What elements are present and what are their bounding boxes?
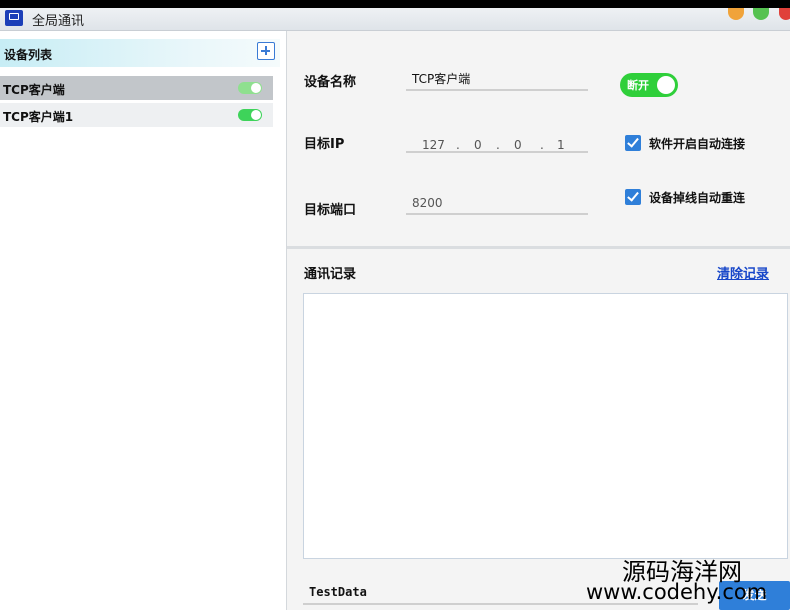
ip-separator: . xyxy=(540,138,544,152)
minimize-button[interactable] xyxy=(728,8,744,20)
device-list-item[interactable]: TCP客户端 xyxy=(0,76,273,100)
toggle-knob xyxy=(657,76,675,94)
device-list-title: 设备列表 xyxy=(4,48,53,62)
device-enable-toggle[interactable] xyxy=(238,82,262,94)
device-item-label: TCP客户端1 xyxy=(3,110,74,124)
device-config-panel: 设备名称 TCP客户端 断开 目标IP 127 . 0 . 0 . 1 软件开启… xyxy=(287,31,790,610)
app-monitor-icon xyxy=(5,10,23,26)
device-enable-toggle[interactable] xyxy=(238,109,262,121)
toggle-knob xyxy=(251,110,261,120)
window-title: 全局通讯 xyxy=(32,14,85,29)
connection-toggle-label: 断开 xyxy=(627,79,649,92)
watermark-url: www.codehy.com xyxy=(586,580,768,604)
target-ip-label: 目标IP xyxy=(304,137,345,152)
ip-octet-4[interactable]: 1 xyxy=(557,135,565,155)
device-list-panel: 设备列表 TCP客户端 TCP客户端1 xyxy=(0,31,287,610)
auto-reconnect-label: 设备掉线自动重连 xyxy=(649,191,746,205)
target-ip-input[interactable]: 127 . 0 . 0 . 1 xyxy=(406,131,588,153)
auto-connect-label: 软件开启自动连接 xyxy=(649,137,746,151)
ip-octet-3[interactable]: 0 xyxy=(514,135,522,155)
close-button[interactable] xyxy=(779,8,790,20)
clear-log-link[interactable]: 清除记录 xyxy=(717,263,769,282)
add-device-button[interactable] xyxy=(257,42,275,60)
auto-connect-checkbox[interactable] xyxy=(625,135,641,151)
device-list-item[interactable]: TCP客户端1 xyxy=(0,103,273,127)
ip-octet-1[interactable]: 127 xyxy=(422,135,445,155)
device-list-header: 设备列表 xyxy=(0,39,280,67)
target-port-label: 目标端口 xyxy=(304,203,357,218)
ip-separator: . xyxy=(496,138,500,152)
ip-separator: . xyxy=(456,138,460,152)
ip-octet-2[interactable]: 0 xyxy=(474,135,482,155)
target-port-input[interactable]: 8200 xyxy=(406,193,588,215)
device-name-input[interactable]: TCP客户端 xyxy=(406,69,588,91)
connection-toggle[interactable]: 断开 xyxy=(620,73,678,97)
device-item-label: TCP客户端 xyxy=(3,83,65,97)
device-name-label: 设备名称 xyxy=(304,75,357,90)
auto-reconnect-checkbox[interactable] xyxy=(625,189,641,205)
log-textarea[interactable] xyxy=(303,293,788,559)
toggle-knob xyxy=(251,83,261,93)
maximize-button[interactable] xyxy=(753,8,769,20)
section-divider xyxy=(287,246,790,249)
log-title: 通讯记录 xyxy=(304,267,357,282)
title-bar: 全局通讯 xyxy=(0,8,790,31)
main-window: 全局通讯 设备列表 TCP客户端 TCP客户端1 设备名称 TCP客户端 断开 … xyxy=(0,8,790,610)
